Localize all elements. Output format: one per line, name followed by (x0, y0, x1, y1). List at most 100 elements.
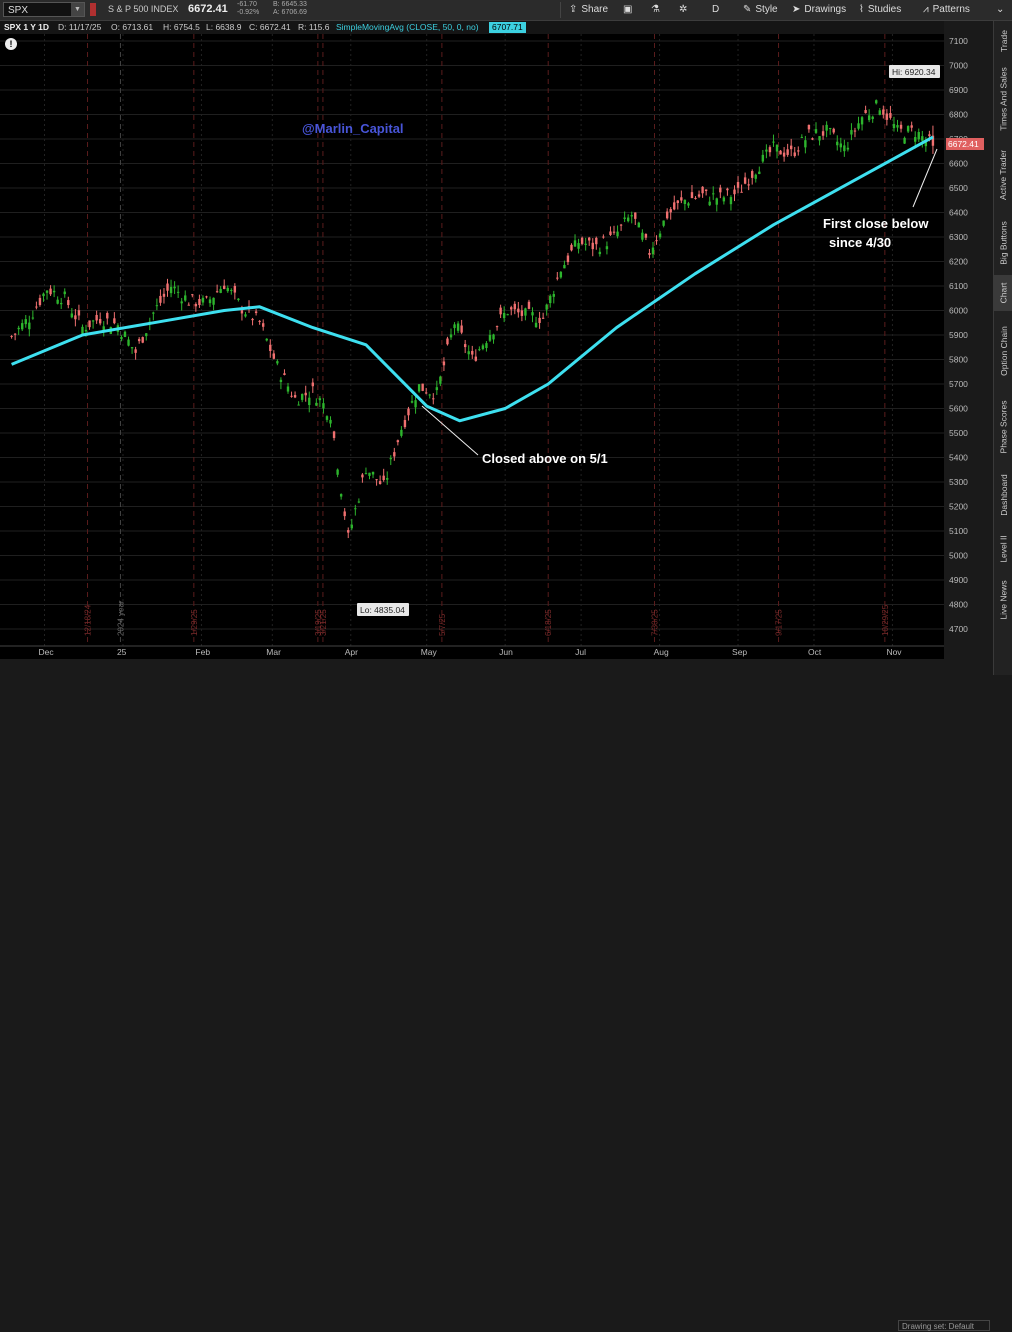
collapse-button[interactable]: ⌄ (996, 0, 1008, 20)
bid-ask: B: 6645.33 A: 6706.69 (273, 1, 307, 17)
event-marker-label: 7/30/25 (651, 609, 660, 636)
tab-option-chain[interactable]: Option Chain (994, 315, 1012, 387)
candle-body (623, 217, 626, 219)
candle-body (719, 187, 722, 193)
candle-body (814, 129, 818, 133)
symbol-dropdown-icon[interactable]: ▼ (71, 3, 84, 16)
candle-body (729, 197, 733, 205)
tab-trade[interactable]: Trade (994, 23, 1012, 59)
price-chart[interactable]: 12/18/24 2024 year 1/29/25 3/19/253/21/25 5/… (0, 21, 993, 659)
time-tick-label: May (421, 647, 438, 657)
candle-body (577, 243, 580, 249)
price-tick-label: 5400 (949, 453, 968, 463)
candle-body (680, 197, 683, 201)
candle-body (566, 255, 570, 263)
candle-body (368, 472, 371, 476)
candle-body (885, 113, 889, 120)
candle-body (563, 264, 566, 269)
candle-body (364, 473, 368, 475)
candle-body (417, 384, 421, 392)
candle-body (155, 305, 159, 307)
tab-times-and-sales[interactable]: Times And Sales (994, 63, 1012, 135)
candle-body (145, 333, 148, 337)
candle-body (308, 397, 311, 406)
aggregation-label: D (712, 4, 720, 15)
style-button[interactable]: ✎ Style (743, 0, 778, 20)
candle-body (821, 131, 825, 136)
price-tick-label: 6900 (949, 85, 968, 95)
candle-body (428, 394, 431, 396)
candle-body (198, 299, 201, 306)
candle-body (336, 469, 339, 475)
price-tick-label: 6500 (949, 183, 968, 193)
candle-body (687, 203, 690, 206)
layout-button[interactable]: ▣ (623, 0, 636, 20)
candle-body (828, 128, 832, 130)
drawings-button[interactable]: ➤ Drawings (792, 0, 846, 20)
settings-button[interactable]: ✲ (679, 0, 691, 20)
candle-body (609, 231, 612, 235)
candle-body (758, 171, 761, 175)
candle-body (21, 323, 24, 330)
price-tick-label: 7100 (949, 36, 968, 46)
candle-body (166, 283, 169, 291)
candle-body (899, 124, 903, 129)
candle-body (329, 419, 332, 424)
patterns-label: Patterns (932, 4, 970, 15)
tab-active-trader[interactable]: Active Trader (994, 139, 1012, 211)
candle-body (467, 351, 470, 355)
candle-body (570, 244, 573, 251)
candle-body (378, 481, 382, 485)
candle-body (315, 402, 318, 406)
candle-body (857, 123, 860, 129)
candle-body (697, 194, 701, 197)
flag-icon[interactable] (90, 3, 96, 16)
tab-chart[interactable]: Chart (994, 275, 1012, 311)
tab-dashboard[interactable]: Dashboard (994, 467, 1012, 523)
candle-body (921, 136, 924, 141)
candle-body (276, 361, 279, 364)
candle-body (233, 285, 237, 293)
candle-body (60, 302, 63, 305)
price-tick-label: 4900 (949, 575, 968, 585)
candle-body (81, 326, 84, 334)
candle-body (322, 403, 325, 409)
price-tick-label: 5500 (949, 428, 968, 438)
price-tick-label: 6100 (949, 281, 968, 291)
event-marker-label: 12/18/24 (84, 604, 93, 636)
share-button[interactable]: ⇪ Share (569, 0, 608, 20)
last-price-tag-text: 6672.41 (948, 139, 979, 149)
candle-body (740, 191, 743, 193)
candle-body (194, 304, 198, 307)
candle-body (761, 154, 765, 162)
candle-body (173, 286, 176, 289)
candle-body (882, 109, 885, 115)
candle-body (272, 353, 276, 359)
aggregation-button[interactable]: D (712, 0, 719, 20)
candle-body (506, 314, 509, 316)
cursor-icon: ➤ (792, 4, 801, 15)
drawing-set-selector[interactable]: Drawing set: Default (898, 1320, 990, 1331)
tab-level-ii[interactable]: Level II (994, 527, 1012, 571)
candle-body (513, 303, 516, 310)
candle-body (371, 471, 375, 475)
alert-icon[interactable]: ! (5, 38, 17, 50)
tab-live-news[interactable]: Live News (994, 575, 1012, 625)
candle-body (648, 253, 651, 255)
candle-body (106, 313, 109, 319)
candle-body (283, 373, 286, 375)
price-axis[interactable]: 4700 4800 4900 5000 5100 5200 5300 5400 5500 5600… (949, 36, 968, 634)
candle-body (31, 317, 35, 319)
candle-body (708, 201, 711, 206)
candle-body (134, 349, 137, 353)
candle-body (552, 294, 555, 297)
symbol-input[interactable]: SPX ▼ (3, 2, 85, 17)
studies-button[interactable]: ⌇ Studies (859, 0, 901, 20)
flask-button[interactable]: ⚗ (651, 0, 664, 20)
candle-body (492, 334, 495, 340)
tab-big-buttons[interactable]: Big Buttons (994, 215, 1012, 271)
tab-phase-scores[interactable]: Phase Scores (994, 391, 1012, 463)
candle-body (655, 240, 658, 242)
patterns-button[interactable]: ⩘ Patterns (923, 0, 970, 20)
candle-body (439, 376, 442, 384)
